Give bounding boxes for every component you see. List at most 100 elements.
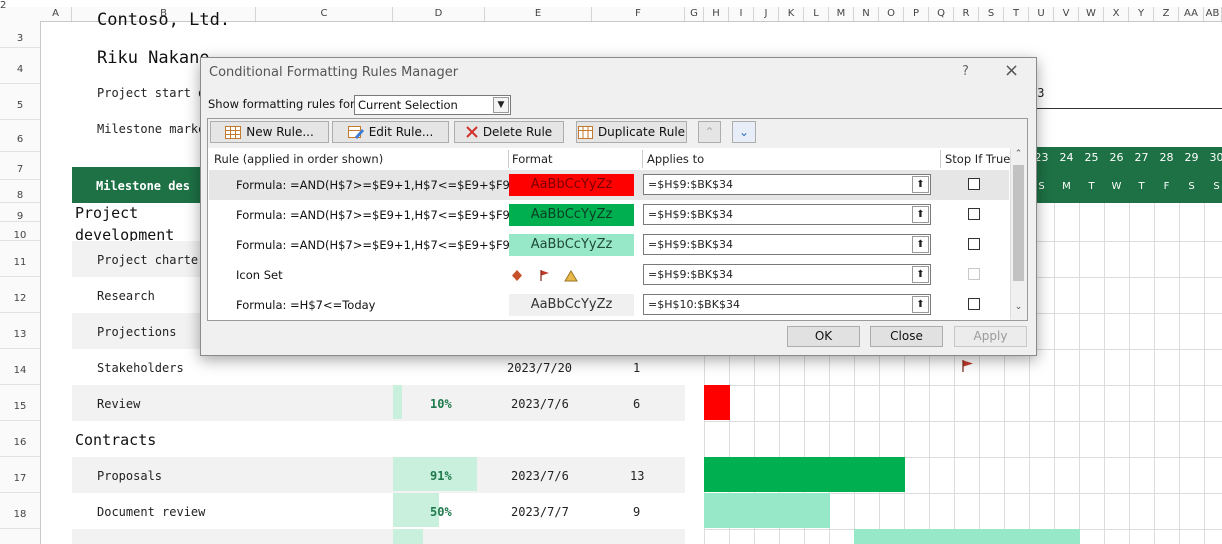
column-header-v[interactable]: V bbox=[1054, 7, 1079, 21]
gantt-bar-red bbox=[704, 385, 730, 420]
column-header-u[interactable]: U bbox=[1029, 7, 1054, 21]
column-header-k[interactable]: K bbox=[779, 7, 804, 21]
duplicate-table-icon bbox=[577, 125, 593, 139]
delete-x-icon bbox=[466, 126, 478, 138]
rule-row[interactable]: Formula: =AND(H$7>=$E9+1,H$7<=$E9+$F9-2,… bbox=[209, 200, 1009, 230]
column-header-h[interactable]: H bbox=[704, 7, 729, 21]
column-header-g[interactable]: G bbox=[685, 7, 704, 21]
column-header-w[interactable]: W bbox=[1079, 7, 1104, 21]
task-days: 13 bbox=[630, 469, 645, 483]
help-button[interactable]: ? bbox=[962, 64, 969, 79]
column-header-a[interactable]: A bbox=[40, 7, 72, 21]
chevron-down-icon[interactable]: ▼ bbox=[493, 97, 509, 113]
stop-if-true-checkbox[interactable] bbox=[968, 298, 980, 310]
stop-if-true-checkbox[interactable] bbox=[968, 238, 980, 250]
row-header-3[interactable]: 3 bbox=[0, 21, 40, 48]
edit-icon bbox=[347, 126, 364, 139]
task-name: Review bbox=[97, 397, 141, 411]
day-letter: F bbox=[1163, 181, 1170, 192]
row-header-12[interactable]: 12 bbox=[0, 277, 40, 313]
collapse-dialog-icon[interactable]: ⬆ bbox=[912, 236, 929, 253]
column-header-p[interactable]: P bbox=[904, 7, 929, 21]
apply-button[interactable]: Apply bbox=[954, 326, 1027, 347]
column-header-d[interactable]: D bbox=[393, 7, 485, 21]
duplicate-rule-label: Duplicate Rule bbox=[597, 125, 686, 139]
column-header-aa[interactable]: AA bbox=[1179, 7, 1204, 21]
row-header-15[interactable]: 15 bbox=[0, 385, 40, 421]
move-up-button[interactable]: ⌃ bbox=[698, 121, 721, 143]
row-header-18[interactable]: 18 bbox=[0, 493, 40, 529]
ok-button[interactable]: OK bbox=[787, 326, 860, 347]
company-name: Contoso, Ltd. bbox=[97, 10, 231, 30]
row-header-14[interactable]: 14 bbox=[0, 349, 40, 385]
applies-to-field[interactable]: =$H$9:$BK$34 ⬆ bbox=[643, 204, 931, 225]
collapse-dialog-icon[interactable]: ⬆ bbox=[912, 176, 929, 193]
row-header-4[interactable]: 4 bbox=[0, 48, 40, 84]
header-stop-if-true: Stop If True bbox=[945, 152, 1011, 166]
row-header-16[interactable]: 16 bbox=[0, 421, 40, 457]
column-header-j[interactable]: J bbox=[754, 7, 779, 21]
rule-row[interactable]: Formula: =AND(H$7>=$E9+1,H$7<=$E9+$F9-2,… bbox=[209, 170, 1009, 200]
rule-row[interactable]: Formula: =H$7<=Today AaBbCcYyZz =$H$10:$… bbox=[209, 290, 1009, 320]
column-header-x[interactable]: X bbox=[1104, 7, 1129, 21]
day-number: 24 bbox=[1059, 151, 1074, 164]
new-rule-button[interactable]: New Rule... bbox=[210, 121, 329, 143]
row-header-9[interactable]: 9 bbox=[0, 203, 40, 222]
rule-row[interactable]: Icon Set =$H$9:$BK$34 ⬆ bbox=[209, 260, 1009, 290]
row-header-17[interactable]: 17 bbox=[0, 457, 40, 493]
column-header-y[interactable]: Y bbox=[1129, 7, 1154, 21]
collapse-dialog-icon[interactable]: ⬆ bbox=[912, 206, 929, 223]
duplicate-rule-button[interactable]: Duplicate Rule bbox=[576, 121, 687, 143]
rule-row[interactable]: Formula: =AND(H$7>=$E9+1,H$7<=$E9+$F9-2)… bbox=[209, 230, 1009, 260]
row-header-13[interactable]: 13 bbox=[0, 313, 40, 349]
scope-dropdown[interactable]: Current Selection ▼ bbox=[354, 95, 511, 115]
applies-to-field[interactable]: =$H$9:$BK$34 ⬆ bbox=[643, 264, 931, 285]
delete-rule-button[interactable]: Delete Rule bbox=[454, 121, 564, 143]
applies-to-field[interactable]: =$H$9:$BK$34 ⬆ bbox=[643, 234, 931, 255]
stop-if-true-checkbox[interactable] bbox=[968, 208, 980, 220]
stop-if-true-checkbox[interactable] bbox=[968, 178, 980, 190]
row-header-6[interactable]: 6 bbox=[0, 120, 40, 152]
collapse-dialog-icon[interactable]: ⬆ bbox=[912, 296, 929, 313]
column-header-t[interactable]: T bbox=[1004, 7, 1029, 21]
delete-rule-label: Delete Rule bbox=[482, 125, 553, 139]
column-header-m[interactable]: M bbox=[829, 7, 854, 21]
column-header-l[interactable]: L bbox=[804, 7, 829, 21]
column-header-f[interactable]: F bbox=[592, 7, 685, 21]
column-header-q[interactable]: Q bbox=[929, 7, 954, 21]
scroll-down-icon[interactable]: ⌄ bbox=[1012, 302, 1025, 316]
task-percent: 50% bbox=[430, 505, 452, 519]
column-header-o[interactable]: O bbox=[879, 7, 904, 21]
row-header-7[interactable]: 7 bbox=[0, 152, 40, 180]
column-header-ab[interactable]: AB bbox=[1204, 7, 1222, 21]
edit-rule-button[interactable]: Edit Rule... bbox=[332, 121, 449, 143]
conditional-formatting-dialog[interactable]: Conditional Formatting Rules Manager ? ×… bbox=[200, 57, 1037, 356]
column-header-i[interactable]: I bbox=[729, 7, 754, 21]
collapse-dialog-icon[interactable]: ⬆ bbox=[912, 266, 929, 283]
scrollbar-thumb[interactable] bbox=[1013, 165, 1024, 281]
row-header-5[interactable]: 5 bbox=[0, 84, 40, 120]
close-icon[interactable]: × bbox=[1004, 60, 1019, 81]
task-name: Research bbox=[97, 289, 155, 303]
task-days: 9 bbox=[633, 505, 641, 519]
rules-scrollbar[interactable]: ⌃ ⌄ bbox=[1010, 149, 1026, 319]
row-header-10[interactable]: 10 bbox=[0, 222, 40, 241]
day-number: 28 bbox=[1159, 151, 1174, 164]
column-header-n[interactable]: N bbox=[854, 7, 879, 21]
row-header-8[interactable]: 8 bbox=[0, 180, 40, 203]
column-header-r[interactable]: R bbox=[954, 7, 979, 21]
scope-value: Current Selection bbox=[358, 98, 458, 112]
column-header-c[interactable]: C bbox=[256, 7, 393, 21]
row-header-11[interactable]: 11 bbox=[0, 241, 40, 277]
close-button[interactable]: Close bbox=[870, 326, 943, 347]
column-header-s[interactable]: S bbox=[979, 7, 1004, 21]
progress-fill-review bbox=[393, 385, 402, 419]
column-header-z[interactable]: Z bbox=[1154, 7, 1179, 21]
task-band bbox=[72, 457, 685, 493]
applies-to-field[interactable]: =$H$10:$BK$34 ⬆ bbox=[643, 294, 931, 315]
column-header-e[interactable]: E bbox=[485, 7, 592, 21]
move-down-button[interactable]: ⌄ bbox=[732, 121, 756, 143]
scroll-up-icon[interactable]: ⌃ bbox=[1012, 149, 1025, 163]
applies-to-field[interactable]: =$H$9:$BK$34 ⬆ bbox=[643, 174, 931, 195]
day-letter: S bbox=[1213, 181, 1220, 192]
